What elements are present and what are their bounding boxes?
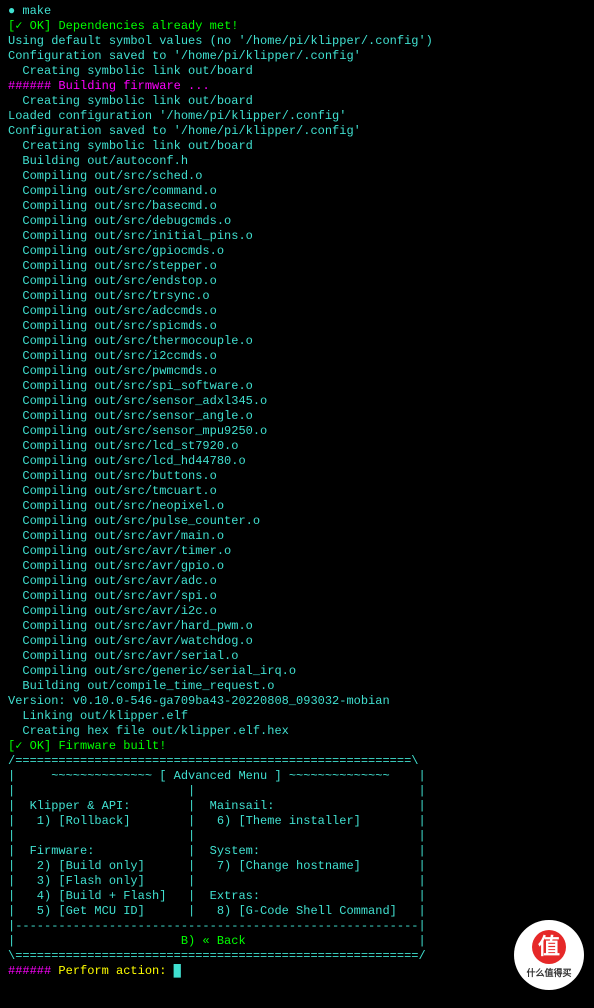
output-line: Compiling out/src/endstop.o	[8, 274, 586, 289]
output-line: Configuration saved to '/home/pi/klipper…	[8, 49, 586, 64]
output-line: Linking out/klipper.elf	[8, 709, 586, 724]
menu-blank-1: | | |	[8, 784, 586, 799]
output-line: Compiling out/src/buttons.o	[8, 469, 586, 484]
output-line: Compiling out/src/gpiocmds.o	[8, 244, 586, 259]
output-line: Compiling out/src/sensor_adxl345.o	[8, 394, 586, 409]
output-line: Using default symbol values (no '/home/p…	[8, 34, 586, 49]
menu-headers-2: | Firmware: | System: |	[8, 844, 586, 859]
output-line: Compiling out/src/tmcuart.o	[8, 484, 586, 499]
menu-item-build-only[interactable]: | 2) [Build only] | 7) [Change hostname]…	[8, 859, 586, 874]
output-line: Compiling out/src/thermocouple.o	[8, 334, 586, 349]
output-line: Version: v0.10.0-546-ga709ba43-20220808_…	[8, 694, 586, 709]
output-line: Compiling out/src/stepper.o	[8, 259, 586, 274]
prompt-line: ● make	[8, 4, 586, 19]
output-line: Configuration saved to '/home/pi/klipper…	[8, 124, 586, 139]
action-label: Perform action:	[58, 964, 166, 978]
menu-border-bottom: \=======================================…	[8, 949, 586, 964]
perform-action-prompt[interactable]: ###### Perform action: █	[8, 964, 586, 979]
fw-ok-msg: Firmware built!	[58, 739, 166, 753]
output-line: Compiling out/src/basecmd.o	[8, 199, 586, 214]
output-line: Compiling out/src/debugcmds.o	[8, 214, 586, 229]
output-line: Compiling out/src/adccmds.o	[8, 304, 586, 319]
menu-border-top: /=======================================…	[8, 754, 586, 769]
output-line: Compiling out/src/spicmds.o	[8, 319, 586, 334]
output-line: Compiling out/src/generic/serial_irq.o	[8, 664, 586, 679]
output-line: Compiling out/src/pulse_counter.o	[8, 514, 586, 529]
menu-title: | ~~~~~~~~~~~~~~ [ Advanced Menu ] ~~~~~…	[8, 769, 586, 784]
output-line: Compiling out/src/avr/serial.o	[8, 649, 586, 664]
pre-build-output: Using default symbol values (no '/home/p…	[8, 34, 586, 79]
deps-ok-line: [✓ OK] Dependencies already met!	[8, 19, 586, 34]
prompt-bullet: ●	[8, 4, 15, 18]
output-line: Compiling out/src/avr/hard_pwm.o	[8, 619, 586, 634]
output-line: Creating symbolic link out/board	[8, 94, 586, 109]
menu-headers-1: | Klipper & API: | Mainsail: |	[8, 799, 586, 814]
watermark-text: 什么值得买	[526, 966, 571, 981]
output-line: Compiling out/src/avr/i2c.o	[8, 604, 586, 619]
output-line: Compiling out/src/avr/gpio.o	[8, 559, 586, 574]
output-line: Creating hex file out/klipper.elf.hex	[8, 724, 586, 739]
action-hashes: ######	[8, 964, 51, 978]
output-line: Compiling out/src/avr/adc.o	[8, 574, 586, 589]
build-msg: Building firmware ...	[58, 79, 209, 93]
output-line: Loaded configuration '/home/pi/klipper/.…	[8, 109, 586, 124]
output-line: Compiling out/src/pwmcmds.o	[8, 364, 586, 379]
menu-item-build-flash[interactable]: | 4) [Build + Flash] | Extras: |	[8, 889, 586, 904]
menu-back-row[interactable]: | B) « Back |	[8, 934, 586, 949]
output-line: Compiling out/src/command.o	[8, 184, 586, 199]
cursor-icon: █	[174, 964, 181, 978]
output-line: Building out/autoconf.h	[8, 154, 586, 169]
output-line: Compiling out/src/lcd_hd44780.o	[8, 454, 586, 469]
menu-back-label: B) « Back	[181, 934, 246, 948]
output-line: Compiling out/src/sensor_mpu9250.o	[8, 424, 586, 439]
output-line: Compiling out/src/lcd_st7920.o	[8, 439, 586, 454]
prompt-cmd: make	[22, 4, 51, 18]
build-output: Creating symbolic link out/boardLoaded c…	[8, 94, 586, 739]
fw-ok-prefix: [✓ OK]	[8, 739, 51, 753]
output-line: Compiling out/src/sched.o	[8, 169, 586, 184]
output-line: Compiling out/src/neopixel.o	[8, 499, 586, 514]
output-line: Compiling out/src/avr/spi.o	[8, 589, 586, 604]
output-line: Compiling out/src/spi_software.o	[8, 379, 586, 394]
ok-prefix: [✓ OK]	[8, 19, 51, 33]
build-hashes: ######	[8, 79, 51, 93]
output-line: Compiling out/src/initial_pins.o	[8, 229, 586, 244]
ok-msg: Dependencies already met!	[58, 19, 238, 33]
output-line: Compiling out/src/avr/main.o	[8, 529, 586, 544]
watermark-icon: 值	[532, 930, 566, 964]
output-line: Compiling out/src/sensor_angle.o	[8, 409, 586, 424]
output-line: Building out/compile_time_request.o	[8, 679, 586, 694]
output-line: Compiling out/src/i2ccmds.o	[8, 349, 586, 364]
build-header: ###### Building firmware ...	[8, 79, 586, 94]
menu-item-get-mcu-id[interactable]: | 5) [Get MCU ID] | 8) [G-Code Shell Com…	[8, 904, 586, 919]
output-line: Creating symbolic link out/board	[8, 64, 586, 79]
output-line: Compiling out/src/avr/timer.o	[8, 544, 586, 559]
menu-blank-2: | | |	[8, 829, 586, 844]
fw-ok-line: [✓ OK] Firmware built!	[8, 739, 586, 754]
menu-item-rollback[interactable]: | 1) [Rollback] | 6) [Theme installer] |	[8, 814, 586, 829]
output-line: Compiling out/src/avr/watchdog.o	[8, 634, 586, 649]
output-line: Creating symbolic link out/board	[8, 139, 586, 154]
output-line: Compiling out/src/trsync.o	[8, 289, 586, 304]
menu-separator: |---------------------------------------…	[8, 919, 586, 934]
menu-item-flash-only[interactable]: | 3) [Flash only] | |	[8, 874, 586, 889]
watermark-badge: 值 什么值得买	[514, 920, 584, 990]
